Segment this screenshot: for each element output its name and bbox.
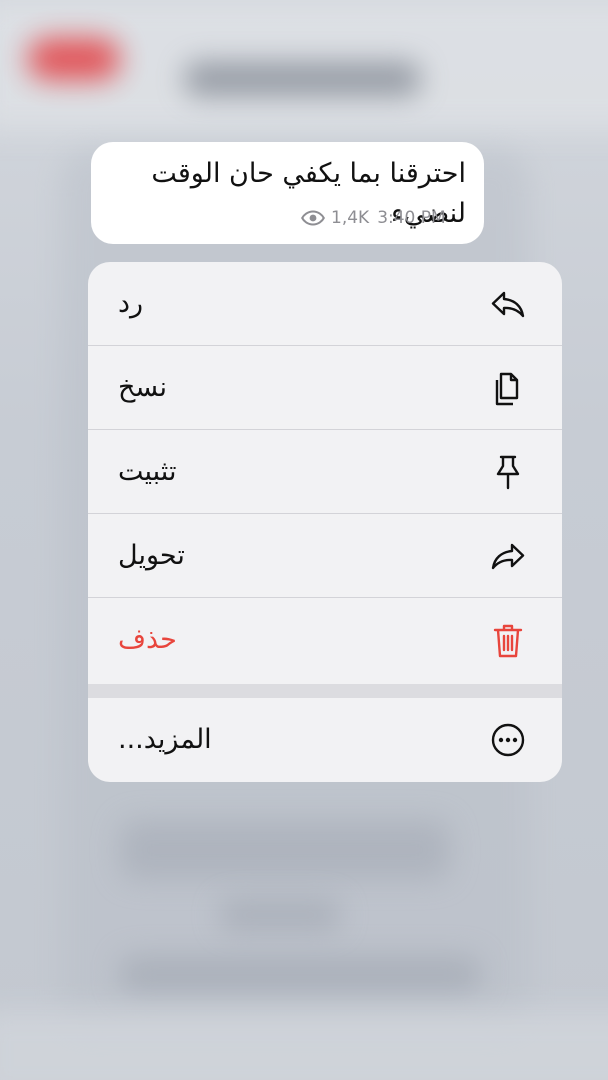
copy-icon (495, 372, 519, 406)
reply-icon (491, 291, 525, 318)
menu-item-reply[interactable]: رد (88, 262, 562, 346)
view-count: 1,4K (331, 208, 370, 228)
menu-item-label: نسخ (118, 372, 168, 403)
message-time: 3:40 PM (377, 208, 446, 228)
menu-item-label: حذف (118, 624, 177, 655)
eye-icon (301, 210, 325, 226)
menu-item-copy[interactable]: نسخ (88, 346, 562, 430)
pin-icon (496, 455, 520, 490)
menu-separator (88, 684, 562, 698)
blurred-back-button (28, 38, 120, 80)
more-icon (491, 723, 525, 757)
menu-item-label: رد (118, 288, 144, 319)
message-bubble[interactable]: احترقنا بما يكفي حان الوقت لنضيء 1,4K 3:… (91, 142, 484, 244)
blurred-message-text (120, 820, 450, 880)
context-menu: رد نسخ تثبيت تحويل حذف المزيد... (88, 262, 562, 782)
blurred-chat-title (185, 62, 420, 96)
blurred-message-text (220, 900, 340, 930)
menu-item-pin[interactable]: تثبيت (88, 430, 562, 514)
blurred-input-bar (0, 1010, 608, 1080)
menu-item-label: تحويل (118, 540, 185, 571)
menu-item-forward[interactable]: تحويل (88, 514, 562, 598)
blurred-message-text (120, 955, 480, 995)
menu-item-label: تثبيت (118, 456, 177, 487)
message-meta: 1,4K 3:40 PM (301, 208, 446, 228)
menu-item-label: المزيد... (118, 724, 212, 755)
menu-item-more[interactable]: المزيد... (88, 698, 562, 782)
trash-icon (493, 624, 523, 658)
forward-icon (491, 543, 525, 570)
menu-item-delete[interactable]: حذف (88, 598, 562, 682)
